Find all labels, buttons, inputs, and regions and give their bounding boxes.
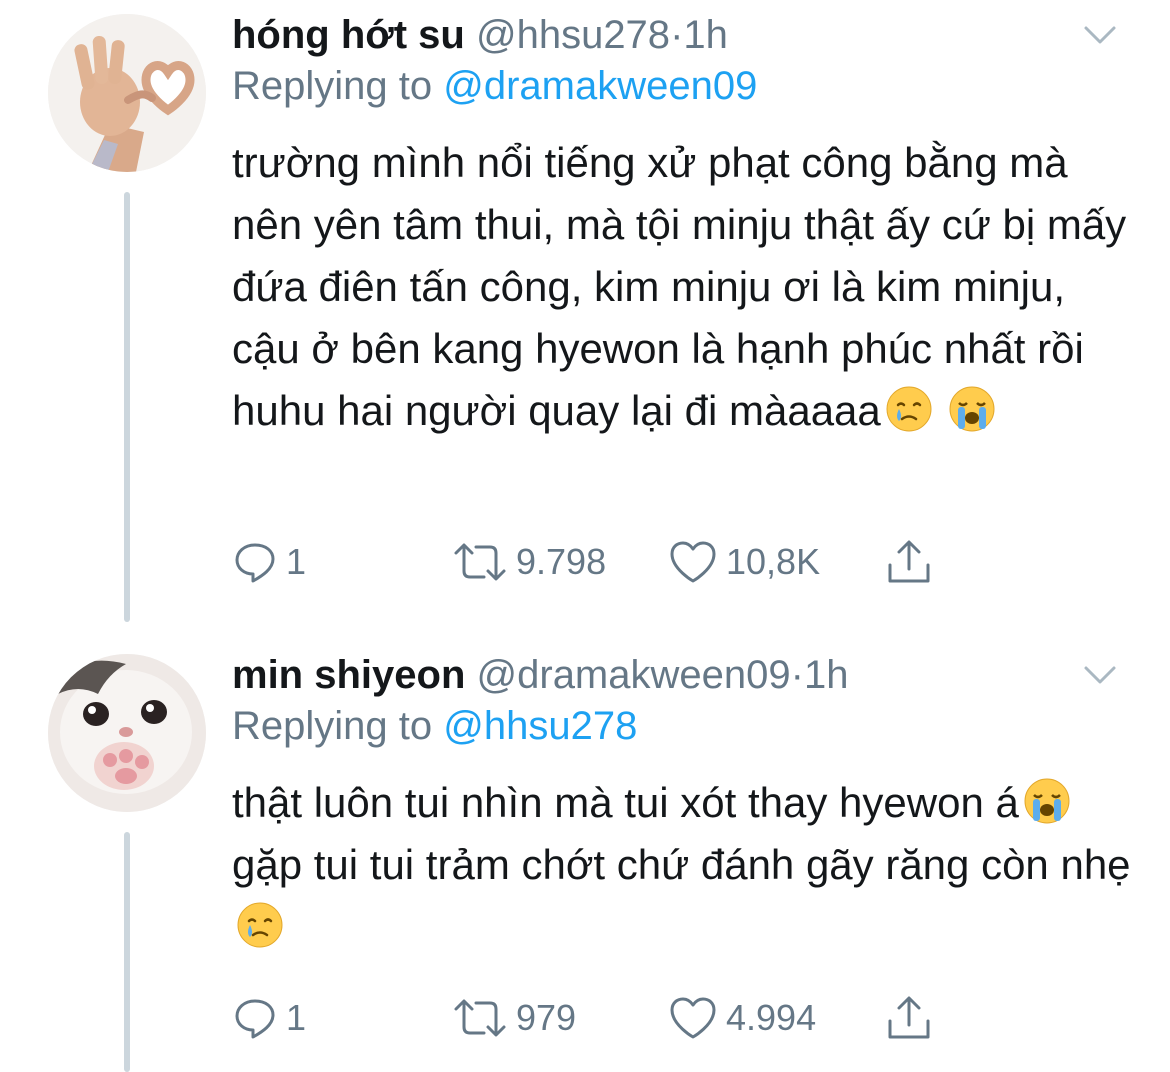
chevron-down-icon[interactable] bbox=[1080, 14, 1120, 54]
timestamp[interactable]: 1h bbox=[804, 653, 849, 697]
tweet-text: thật luôn tui nhìn mà tui xót thay hyewo… bbox=[232, 772, 1132, 958]
reply-count: 1 bbox=[286, 997, 307, 1038]
replying-to-handle[interactable]: @hhsu278 bbox=[443, 704, 637, 748]
user-handle[interactable]: @dramakween09 bbox=[477, 653, 791, 697]
reply-button[interactable]: 1 bbox=[232, 532, 306, 592]
avatar[interactable] bbox=[48, 654, 206, 812]
chevron-down-icon[interactable] bbox=[1080, 654, 1120, 694]
crying-face-icon bbox=[886, 386, 932, 432]
replying-to: Replying to @dramakween09 bbox=[232, 60, 1132, 112]
loudly-crying-face-icon bbox=[949, 386, 995, 432]
retweet-count: 979 bbox=[516, 997, 577, 1038]
heart-icon bbox=[670, 997, 716, 1039]
crying-cat-image bbox=[48, 654, 206, 812]
tweet-body-part2: gặp tui tui trảm chớt chứ đánh gãy răng … bbox=[232, 841, 1131, 888]
share-button[interactable] bbox=[884, 988, 934, 1048]
tweet[interactable]: min shiyeon @dramakween09·1h Replying to… bbox=[0, 640, 1170, 1072]
user-handle[interactable]: @hhsu278 bbox=[476, 13, 670, 57]
timestamp[interactable]: 1h bbox=[683, 13, 728, 57]
tweet[interactable]: hóng hớt su @hhsu278·1h Replying to @dra… bbox=[0, 0, 1170, 620]
like-count: 10,8K bbox=[726, 541, 821, 582]
retweet-button[interactable]: 979 bbox=[452, 988, 576, 1048]
like-button[interactable]: 10,8K bbox=[668, 532, 820, 592]
display-name[interactable]: hóng hớt su bbox=[232, 13, 465, 57]
loudly-crying-face-icon bbox=[1024, 778, 1070, 824]
replying-to-handle[interactable]: @dramakween09 bbox=[443, 64, 757, 108]
replying-to-label: Replying to bbox=[232, 704, 433, 748]
replying-to-label: Replying to bbox=[232, 64, 433, 108]
share-button[interactable] bbox=[884, 532, 934, 592]
reply-count: 1 bbox=[286, 541, 307, 582]
heart-icon bbox=[670, 541, 716, 583]
retweet-icon bbox=[454, 999, 506, 1037]
tweet-body-part1: thật luôn tui nhìn mà tui xót thay hyewo… bbox=[232, 779, 1019, 826]
tweet-text: trường mình nổi tiếng xử phạt công bằng … bbox=[232, 132, 1132, 442]
like-button[interactable]: 4.994 bbox=[668, 988, 816, 1048]
retweet-icon bbox=[454, 543, 506, 581]
tweet-actions: 1 9.798 10,8K bbox=[232, 532, 1132, 592]
ok-hand-heart-image bbox=[48, 14, 206, 172]
display-name[interactable]: min shiyeon bbox=[232, 653, 465, 697]
replying-to: Replying to @hhsu278 bbox=[232, 700, 1132, 752]
tweet-header: hóng hớt su @hhsu278·1h bbox=[232, 10, 1132, 60]
avatar[interactable] bbox=[48, 14, 206, 172]
tweet-header: min shiyeon @dramakween09·1h bbox=[232, 650, 1132, 700]
share-icon bbox=[888, 540, 930, 583]
retweet-count: 9.798 bbox=[516, 541, 607, 582]
separator-dot: · bbox=[790, 653, 804, 697]
tweet-actions: 1 979 4.994 bbox=[232, 988, 1132, 1048]
reply-icon bbox=[235, 543, 275, 583]
crying-face-icon bbox=[237, 902, 283, 948]
reply-icon bbox=[235, 999, 275, 1039]
share-icon bbox=[888, 996, 930, 1039]
reply-button[interactable]: 1 bbox=[232, 988, 306, 1048]
retweet-button[interactable]: 9.798 bbox=[452, 532, 606, 592]
separator-dot: · bbox=[670, 13, 684, 57]
like-count: 4.994 bbox=[726, 997, 817, 1038]
